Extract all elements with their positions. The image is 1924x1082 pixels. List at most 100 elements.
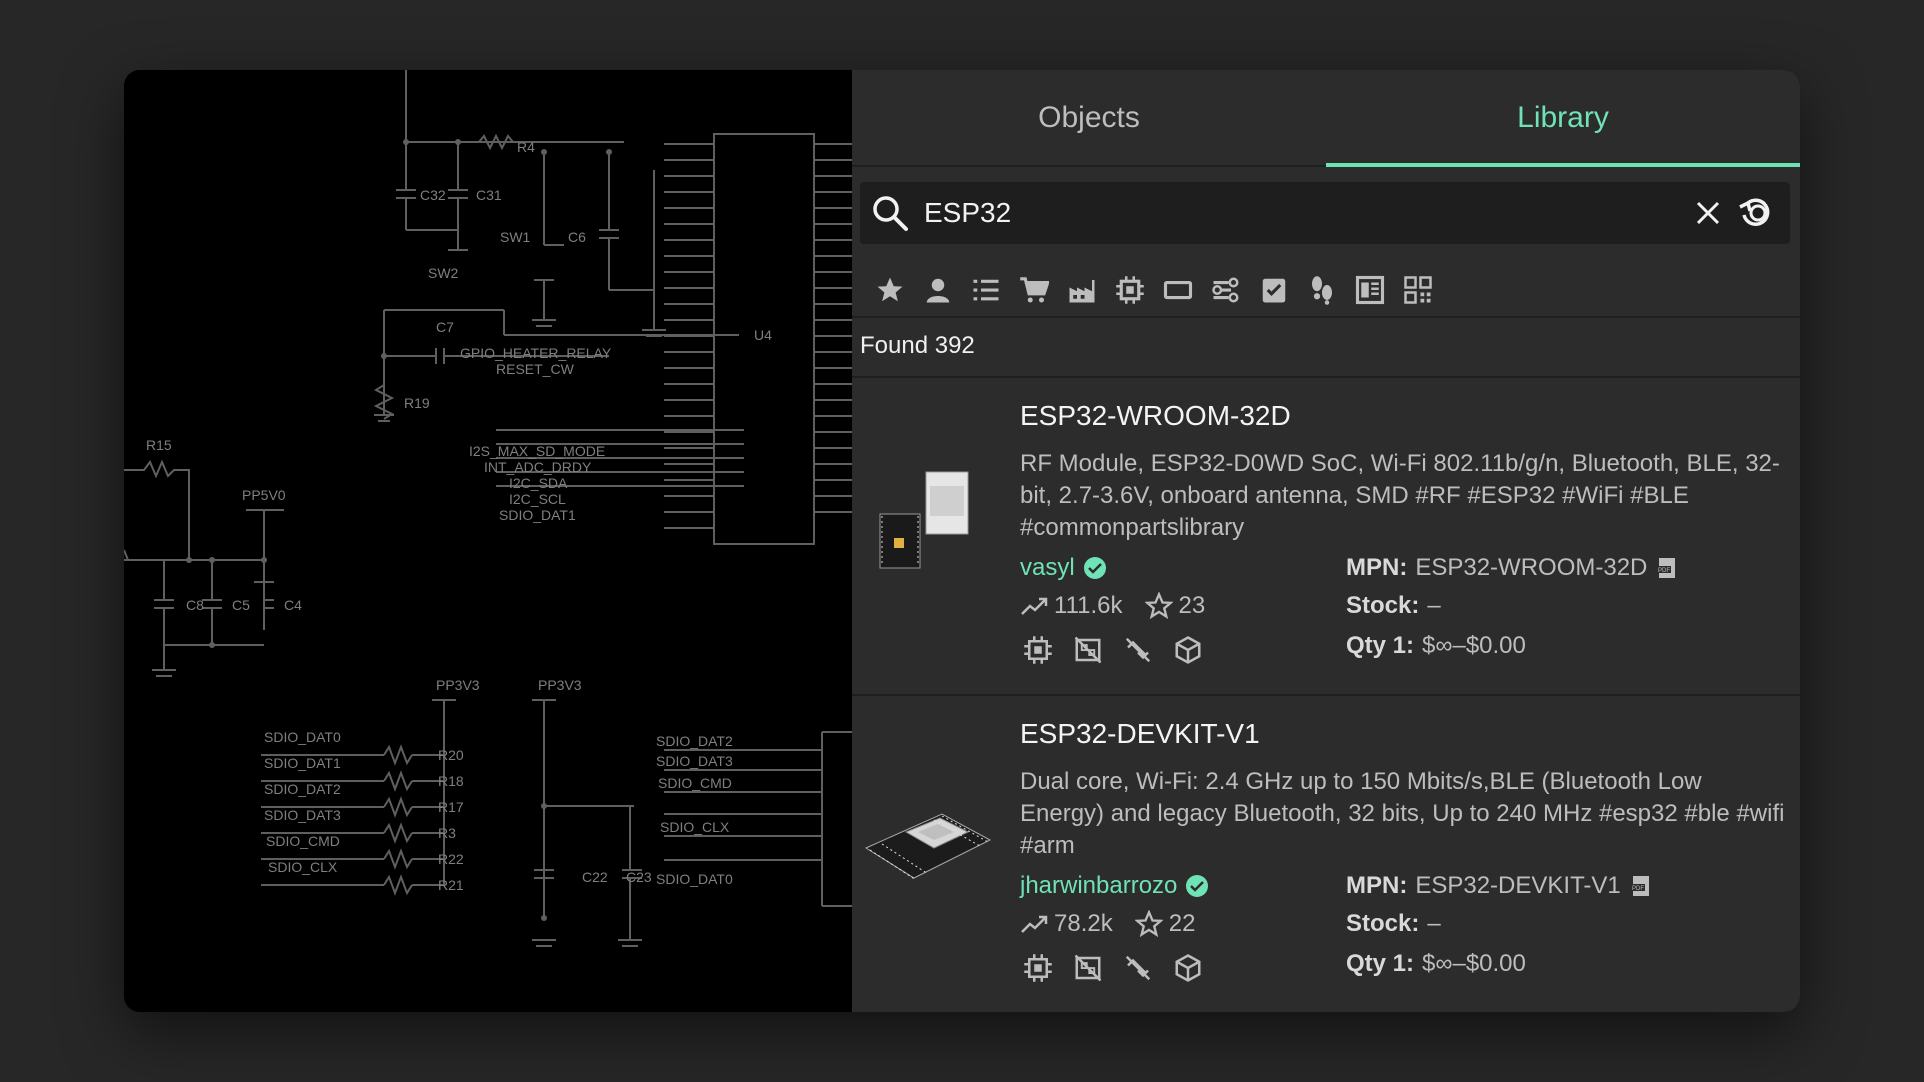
view-count: 78.2k <box>1054 910 1113 937</box>
search-icon <box>860 193 920 233</box>
schematic-label: SDIO_DAT2 <box>264 781 341 797</box>
user-icon <box>926 278 950 303</box>
cart-icon <box>1020 277 1049 303</box>
chip-icon <box>1116 276 1144 304</box>
3d-model-icon <box>1170 632 1206 668</box>
schematic-label: SW2 <box>428 265 459 281</box>
tab-bar: Objects Library <box>852 70 1800 167</box>
schematic-canvas[interactable]: R4 C32 C31 SW1 C6 SW2 C7 GPIO_HEATER_REL… <box>124 70 852 1012</box>
qr-filter-button[interactable] <box>1394 266 1442 314</box>
footprint-icon <box>1312 276 1332 305</box>
schematic-drawing: R4 C32 C31 SW1 C6 SW2 C7 GPIO_HEATER_REL… <box>124 70 852 947</box>
board-icon <box>1163 280 1193 300</box>
price-row: Qty 1: $∞–$0.00 <box>1346 632 1526 660</box>
schematic-label: C22 <box>582 869 608 885</box>
mpn-value[interactable]: ESP32-WROOM-32D <box>1415 554 1647 582</box>
no-link-icon <box>1120 950 1156 986</box>
layout-icon <box>1355 275 1385 305</box>
factory-filter-button[interactable] <box>1058 266 1106 314</box>
cart-filter-button[interactable] <box>1010 266 1058 314</box>
part-name[interactable]: ESP32-WROOM-32D <box>1020 400 1291 432</box>
star-count: 22 <box>1168 910 1196 937</box>
clear-search-button[interactable] <box>1684 189 1732 237</box>
schematic-label: SDIO_CMD <box>266 833 340 849</box>
schematic-label: PP3V3 <box>538 677 582 693</box>
schematic-label: SDIO_DAT1 <box>499 507 576 523</box>
part-description: RF Module, ESP32-D0WD SoC, Wi-Fi 802.11b… <box>1020 450 1780 541</box>
trending-icon <box>1021 597 1048 615</box>
search-bar <box>860 182 1790 244</box>
star-count: 23 <box>1178 592 1206 619</box>
layout-filter-button[interactable] <box>1346 266 1394 314</box>
part-stats: 111.6k 23 <box>1020 592 1227 620</box>
divider <box>852 316 1800 318</box>
part-name[interactable]: ESP32-DEVKIT-V1 <box>1020 718 1260 750</box>
search-input[interactable] <box>920 197 1684 229</box>
svg-text:PDF: PDF <box>1658 568 1670 574</box>
stock-label: Stock: <box>1346 910 1420 937</box>
list-filter-button[interactable] <box>962 266 1010 314</box>
price-value: $∞–$0.00 <box>1422 950 1526 977</box>
stock-value: – <box>1427 592 1441 619</box>
schematic-label: C7 <box>436 319 454 335</box>
schematic-label: R17 <box>438 799 464 815</box>
part-author-link[interactable]: vasyl <box>1020 554 1107 582</box>
part-description: Dual core, Wi-Fi: 2.4 GHz up to 150 Mbit… <box>1020 768 1785 859</box>
filter-toolbar <box>866 260 1442 320</box>
star-toggle[interactable]: 22 <box>1134 910 1196 938</box>
schematic-label: C4 <box>284 597 302 613</box>
schematic-label: INT_ADC_DRDY <box>484 459 592 475</box>
part-card[interactable]: ESP32-WROOM-32D RF Module, ESP32-D0WD So… <box>852 378 1800 694</box>
schematic-label: C31 <box>476 187 502 203</box>
schematic-label: SDIO_CLX <box>268 859 338 875</box>
app-window: R4 C32 C31 SW1 C6 SW2 C7 GPIO_HEATER_REL… <box>124 70 1800 1012</box>
mpn-value[interactable]: ESP32-DEVKIT-V1 <box>1415 872 1620 900</box>
chip-filter-button[interactable] <box>1106 266 1154 314</box>
user-filter-button[interactable] <box>914 266 962 314</box>
schematic-label: C5 <box>232 597 250 613</box>
star-filter-button[interactable] <box>866 266 914 314</box>
tab-library[interactable]: Library <box>1326 70 1800 167</box>
part-card[interactable]: ESP32-DEVKIT-V1 Dual core, Wi-Fi: 2.4 GH… <box>852 696 1800 1012</box>
schematic-label: RESET_CW <box>496 361 575 377</box>
schematic-label: C32 <box>420 187 446 203</box>
factory-icon <box>1069 280 1095 303</box>
part-flags <box>1020 632 1206 668</box>
route-filter-button[interactable] <box>1202 266 1250 314</box>
schematic-label: SDIO_DAT0 <box>264 729 341 745</box>
schematic-label: SDIO_DAT3 <box>264 807 341 823</box>
schematic-label: SDIO_DAT2 <box>656 733 733 749</box>
refresh-icon <box>1739 198 1770 226</box>
stock-row: Stock: – <box>1346 910 1441 938</box>
schematic-label: R18 <box>438 773 464 789</box>
checklist-filter-button[interactable] <box>1250 266 1298 314</box>
mpn-row: MPN: ESP32-WROOM-32D PDF <box>1346 554 1679 582</box>
schematic-label: R19 <box>404 395 430 411</box>
close-icon <box>1696 201 1720 225</box>
schematic-label: I2S_MAX_SD_MODE <box>469 443 605 459</box>
verified-icon <box>1186 875 1209 897</box>
star-outline-icon <box>1134 910 1163 938</box>
stock-value: – <box>1427 910 1441 937</box>
schematic-label: PP5V0 <box>242 487 286 503</box>
part-author-link[interactable]: jharwinbarrozo <box>1020 872 1209 900</box>
trending-icon <box>1021 915 1048 933</box>
refresh-search-button[interactable] <box>1732 189 1780 237</box>
mpn-label: MPN: <box>1346 872 1408 899</box>
schematic-label: SDIO_DAT1 <box>264 755 341 771</box>
board-filter-button[interactable] <box>1154 266 1202 314</box>
no-footprint-icon <box>1070 950 1106 986</box>
route-icon <box>1212 277 1239 303</box>
mpn-row: MPN: ESP32-DEVKIT-V1 PDF <box>1346 872 1653 900</box>
schematic-label: SDIO_DAT3 <box>656 753 733 769</box>
checklist-icon <box>1262 278 1286 303</box>
star-toggle[interactable]: 23 <box>1144 592 1206 620</box>
part-stats: 78.2k 22 <box>1020 910 1217 938</box>
star-icon <box>877 277 903 302</box>
pdf-icon: PDF <box>1657 558 1676 578</box>
schematic-label: C8 <box>186 597 204 613</box>
footprint-filter-button[interactable] <box>1298 266 1346 314</box>
schematic-label: R21 <box>438 877 464 893</box>
tab-objects[interactable]: Objects <box>852 70 1326 165</box>
part-thumbnail <box>870 468 974 572</box>
